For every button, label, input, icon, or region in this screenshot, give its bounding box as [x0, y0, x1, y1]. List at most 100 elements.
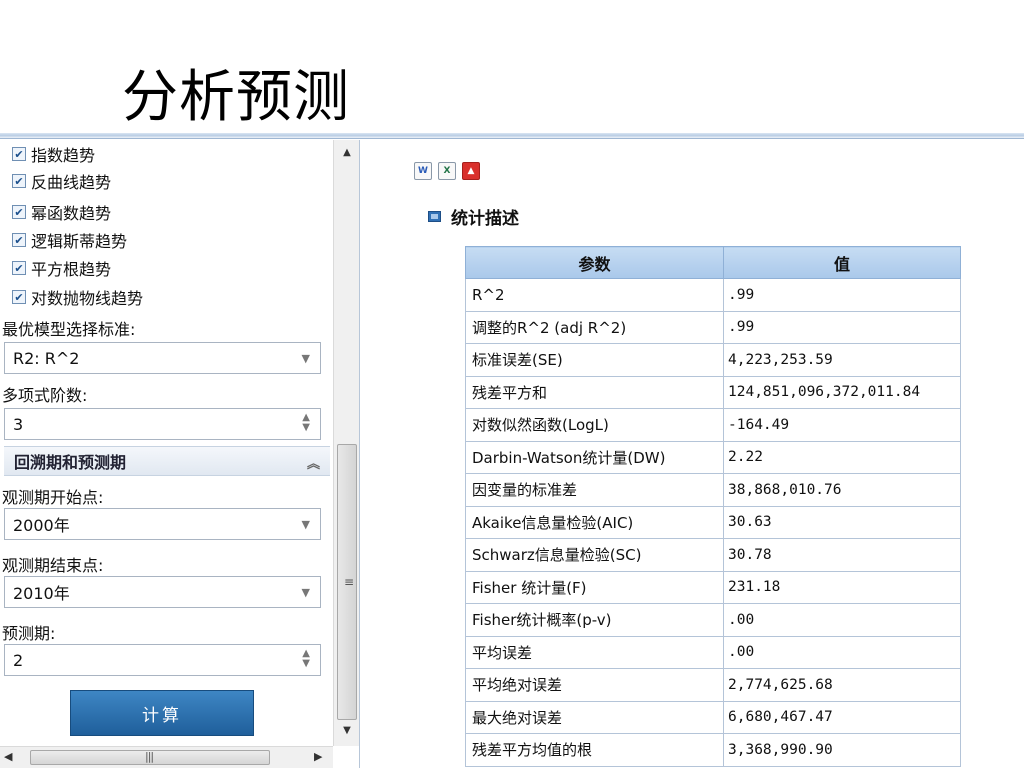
scroll-left-icon[interactable]: ◀ — [4, 750, 12, 763]
section-header-label: 回溯期和预测期 — [14, 453, 127, 472]
calculate-button[interactable]: 计算 — [70, 690, 254, 736]
checkbox-power-trend[interactable]: ✔ 幂函数趋势 — [12, 200, 111, 224]
table-row: 因变量的标准差 38,868,010.76 — [465, 473, 961, 507]
checkbox-label: 反曲线趋势 — [31, 173, 112, 192]
collapse-icon[interactable]: ︽ — [307, 453, 320, 472]
param-value: 6,680,467.47 — [723, 700, 961, 734]
checkbox-checked-icon[interactable]: ✔ — [12, 290, 26, 304]
scroll-up-icon[interactable]: ▲ — [334, 142, 359, 164]
param-name: 因变量的标准差 — [465, 473, 724, 507]
table-row: 标准误差(SE) 4,223,253.59 — [465, 343, 961, 377]
checkbox-label: 平方根趋势 — [31, 260, 112, 279]
obs-end-value: 2010年 — [13, 584, 70, 603]
param-name: Fisher 统计量(F) — [465, 570, 724, 604]
param-name: 最大绝对误差 — [465, 700, 724, 734]
param-value: .99 — [723, 278, 961, 312]
checkbox-log-parabola-trend[interactable]: ✔ 对数抛物线趋势 — [12, 285, 143, 309]
param-name: 平均绝对误差 — [465, 668, 724, 702]
table-row: Akaike信息量检验(AIC) 30.63 — [465, 505, 961, 539]
param-name: Schwarz信息量检验(SC) — [465, 538, 724, 572]
column-header-param: 参数 — [465, 246, 724, 279]
table-row: 对数似然函数(LogL) -164.49 — [465, 408, 961, 442]
section-toggle-icon[interactable] — [428, 211, 441, 222]
scrollbar-thumb[interactable]: ||| — [30, 750, 270, 765]
stats-table: 参数 值 R^2.99 调整的R^2 (adj R^2) .99 标准误差(SE)… — [465, 246, 961, 767]
obs-start-label: 观测期开始点: — [2, 488, 104, 507]
poly-order-label: 多项式阶数: — [2, 386, 88, 405]
table-row: Schwarz信息量检验(SC) 30.78 — [465, 538, 961, 572]
header-divider — [0, 133, 1024, 139]
param-name: 调整的R^2 (adj R^2) — [465, 310, 724, 344]
obs-start-select[interactable]: 2000年 ▼ — [4, 508, 321, 540]
checkbox-checked-icon[interactable]: ✔ — [12, 233, 26, 247]
table-row: 最大绝对误差 6,680,467.47 — [465, 700, 961, 734]
horizontal-scrollbar[interactable]: ◀ ||| ▶ — [0, 746, 333, 768]
param-name: 标准误差(SE) — [465, 343, 724, 377]
table-row: 残差平方均值的根 3,368,990.90 — [465, 733, 961, 767]
param-value: 4,223,253.59 — [723, 343, 961, 377]
best-model-value: R2: R^2 — [13, 348, 80, 368]
chevron-down-icon[interactable]: ▼ — [302, 352, 310, 365]
table-row: 调整的R^2 (adj R^2) .99 — [465, 310, 961, 344]
table-row: 残差平方和 124,851,096,372,011.84 — [465, 375, 961, 409]
stats-section-title[interactable]: 统计描述 — [428, 204, 519, 229]
forecast-stepper[interactable]: 2 ▲ ▼ — [4, 644, 321, 676]
options-panel: ✔ 指数趋势 ✔ 反曲线趋势 ✔ 幂函数趋势 ✔ 逻辑斯蒂趋势 ✔ 平方根趋势 … — [0, 140, 360, 768]
chevron-down-icon[interactable]: ▼ — [302, 518, 310, 531]
grip-icon: ≡ — [344, 575, 355, 589]
param-name: Fisher统计概率(p-v) — [465, 603, 724, 637]
param-name: R^2 — [465, 278, 724, 312]
section-title-label: 统计描述 — [451, 209, 519, 229]
table-row: Fisher 统计量(F) 231.18 — [465, 570, 961, 604]
checkbox-inverse-curve-trend[interactable]: ✔ 反曲线趋势 — [12, 169, 111, 193]
param-value: .99 — [723, 310, 961, 344]
checkbox-checked-icon[interactable]: ✔ — [12, 261, 26, 275]
checkbox-label: 幂函数趋势 — [31, 204, 112, 223]
chevron-down-icon[interactable]: ▼ — [302, 586, 310, 599]
param-name: 平均误差 — [465, 635, 724, 669]
slide-title: 分析预测 — [122, 65, 350, 130]
poly-order-value: 3 — [13, 414, 24, 434]
checkbox-label: 逻辑斯蒂趋势 — [31, 232, 128, 251]
forecast-value: 2 — [13, 650, 24, 670]
checkbox-checked-icon[interactable]: ✔ — [12, 205, 26, 219]
export-toolbar: W X ▲ — [414, 162, 480, 180]
grip-icon: ||| — [145, 750, 154, 763]
param-name: Akaike信息量检验(AIC) — [465, 505, 724, 539]
checkbox-label: 对数抛物线趋势 — [31, 289, 144, 308]
param-value: 38,868,010.76 — [723, 473, 961, 507]
best-model-select[interactable]: R2: R^2 ▼ — [4, 342, 321, 374]
scroll-right-icon[interactable]: ▶ — [314, 750, 322, 763]
section-header-lookback-forecast[interactable]: 回溯期和预测期 ︽ — [4, 446, 330, 476]
excel-export-icon[interactable]: X — [438, 162, 456, 180]
param-value: 30.78 — [723, 538, 961, 572]
word-export-icon[interactable]: W — [414, 162, 432, 180]
spinner-arrows-icon[interactable]: ▲ ▼ — [302, 413, 310, 433]
param-value: 3,368,990.90 — [723, 733, 961, 767]
checkbox-exponential-trend[interactable]: ✔ 指数趋势 — [12, 142, 95, 166]
obs-end-label: 观测期结束点: — [2, 556, 104, 575]
param-value: .00 — [723, 603, 961, 637]
checkbox-checked-icon[interactable]: ✔ — [12, 174, 26, 188]
pdf-export-icon[interactable]: ▲ — [462, 162, 480, 180]
checkbox-logistic-trend[interactable]: ✔ 逻辑斯蒂趋势 — [12, 228, 127, 252]
param-value: 231.18 — [723, 570, 961, 604]
spinner-arrows-icon[interactable]: ▲ ▼ — [302, 649, 310, 669]
table-row: R^2.99 — [465, 278, 961, 312]
table-row: Fisher统计概率(p-v) .00 — [465, 603, 961, 637]
param-value: .00 — [723, 635, 961, 669]
obs-end-select[interactable]: 2010年 ▼ — [4, 576, 321, 608]
param-value: 2,774,625.68 — [723, 668, 961, 702]
table-row: 平均绝对误差 2,774,625.68 — [465, 668, 961, 702]
obs-start-value: 2000年 — [13, 516, 70, 535]
checkbox-checked-icon[interactable]: ✔ — [12, 147, 26, 161]
poly-order-stepper[interactable]: 3 ▲ ▼ — [4, 408, 321, 440]
vertical-scrollbar[interactable]: ▲ ≡ ▼ — [333, 140, 359, 746]
column-header-value: 值 — [723, 246, 961, 279]
table-row: 平均误差 .00 — [465, 635, 961, 669]
scroll-down-icon[interactable]: ▼ — [334, 720, 359, 742]
scrollbar-thumb[interactable]: ≡ — [337, 444, 357, 720]
param-name: 对数似然函数(LogL) — [465, 408, 724, 442]
param-value: 124,851,096,372,011.84 — [723, 375, 961, 409]
checkbox-sqrt-trend[interactable]: ✔ 平方根趋势 — [12, 256, 111, 280]
